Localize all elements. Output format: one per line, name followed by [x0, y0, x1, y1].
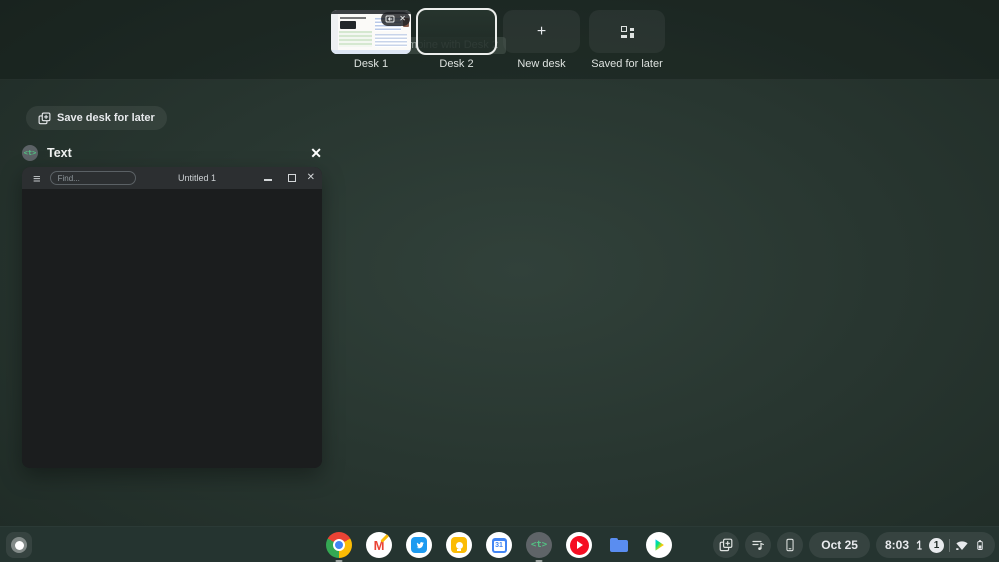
- phone-icon: [783, 538, 797, 552]
- status-tray: Oct 25 8:03 1: [713, 532, 995, 558]
- text-app-window-preview[interactable]: ≡ Untitled 1 ✕: [22, 167, 322, 468]
- launcher-icon: [11, 537, 27, 553]
- notification-count-badge: 1: [929, 537, 944, 553]
- window-preview-title: Text: [47, 146, 72, 160]
- arrow-up-icon: [914, 539, 924, 551]
- gmail-pencil: [380, 534, 389, 543]
- desks-icon: [719, 538, 733, 552]
- thumb-image-block: [340, 21, 356, 29]
- menu-icon[interactable]: ≡: [33, 172, 41, 185]
- text-app-titlebar: ≡ Untitled 1 ✕: [22, 167, 322, 189]
- desk-1-label[interactable]: Desk 1: [331, 58, 411, 70]
- desk-2-thumbnail-active[interactable]: [416, 8, 497, 55]
- thumb-text-lines: [375, 34, 407, 47]
- time-label: 8:03: [884, 538, 909, 552]
- thumb-table-rows: [339, 31, 372, 47]
- desk-hover-actions: ✕: [381, 12, 410, 26]
- chrome-icon: [326, 532, 352, 558]
- shelf: M 31 <t> Oct 25 8:03 1: [0, 526, 999, 562]
- close-desk-icon[interactable]: ✕: [399, 15, 406, 23]
- new-desk-label: New desk: [517, 58, 566, 70]
- saved-desks-grid-icon: [620, 25, 634, 39]
- saved-for-later-button[interactable]: [589, 10, 665, 53]
- editor-content-area[interactable]: [22, 189, 322, 468]
- close-icon[interactable]: ✕: [307, 167, 315, 189]
- overview-screen: Combine with Desk 2 ✕: [0, 0, 999, 562]
- shelf-app-files[interactable]: [606, 532, 632, 558]
- maximize-icon[interactable]: [288, 174, 296, 182]
- desks-tray-button[interactable]: [713, 532, 740, 558]
- files-icon: [610, 537, 628, 552]
- date-label: Oct 25: [821, 538, 858, 552]
- text-app-icon: <t>: [22, 145, 38, 161]
- desk-1-thumbnail[interactable]: ✕: [331, 10, 411, 54]
- shelf-app-calendar[interactable]: 31: [486, 532, 512, 558]
- thumb-heading-line: [340, 17, 366, 19]
- save-desk-for-later-button[interactable]: Save desk for later: [26, 106, 167, 130]
- text-editor-icon: <t>: [526, 532, 552, 558]
- media-controls-icon: [751, 538, 765, 552]
- divider: [949, 538, 950, 552]
- calendar-date-button[interactable]: Oct 25: [809, 532, 870, 558]
- shelf-app-youtube-music[interactable]: [566, 532, 592, 558]
- shelf-apps: M 31 <t>: [326, 532, 672, 562]
- calendar-icon: 31: [486, 532, 512, 558]
- minimize-icon[interactable]: [264, 179, 272, 181]
- shelf-app-play-store[interactable]: [646, 532, 672, 558]
- desks-bar: Combine with Desk 2 ✕: [0, 0, 999, 80]
- youtube-music-icon: [566, 532, 592, 558]
- shelf-app-twitter[interactable]: [406, 532, 432, 558]
- desk-2-label[interactable]: Desk 2: [416, 58, 497, 70]
- save-desk-icon: [38, 112, 51, 125]
- wifi-icon: [955, 539, 969, 551]
- media-controls-button[interactable]: [745, 532, 772, 558]
- shelf-app-text[interactable]: <t>: [526, 532, 552, 562]
- combine-desks-icon[interactable]: [385, 14, 395, 24]
- thumb-page-sidebar: [331, 14, 338, 54]
- battery-icon: [974, 538, 986, 552]
- status-area-button[interactable]: 8:03 1: [875, 532, 995, 558]
- launcher-button[interactable]: [6, 532, 32, 558]
- document-title: Untitled 1: [177, 173, 217, 183]
- window-preview-header: <t> Text ✕: [22, 144, 322, 162]
- plus-icon: +: [536, 22, 547, 40]
- close-window-icon[interactable]: ✕: [310, 144, 322, 162]
- shelf-app-keep[interactable]: [446, 532, 472, 558]
- shelf-app-chrome[interactable]: [326, 532, 352, 562]
- gmail-icon: M: [366, 532, 392, 558]
- new-desk-button[interactable]: +: [503, 10, 580, 53]
- shelf-app-gmail[interactable]: M: [366, 532, 392, 558]
- twitter-icon: [406, 532, 432, 558]
- save-desk-label: Save desk for later: [57, 112, 155, 124]
- find-input[interactable]: [49, 171, 136, 185]
- phone-hub-button[interactable]: [777, 532, 804, 558]
- thumb-footer-bar: [331, 50, 411, 54]
- keep-icon: [446, 532, 472, 558]
- saved-for-later-label: Saved for later: [591, 58, 663, 70]
- play-store-icon: [646, 532, 672, 558]
